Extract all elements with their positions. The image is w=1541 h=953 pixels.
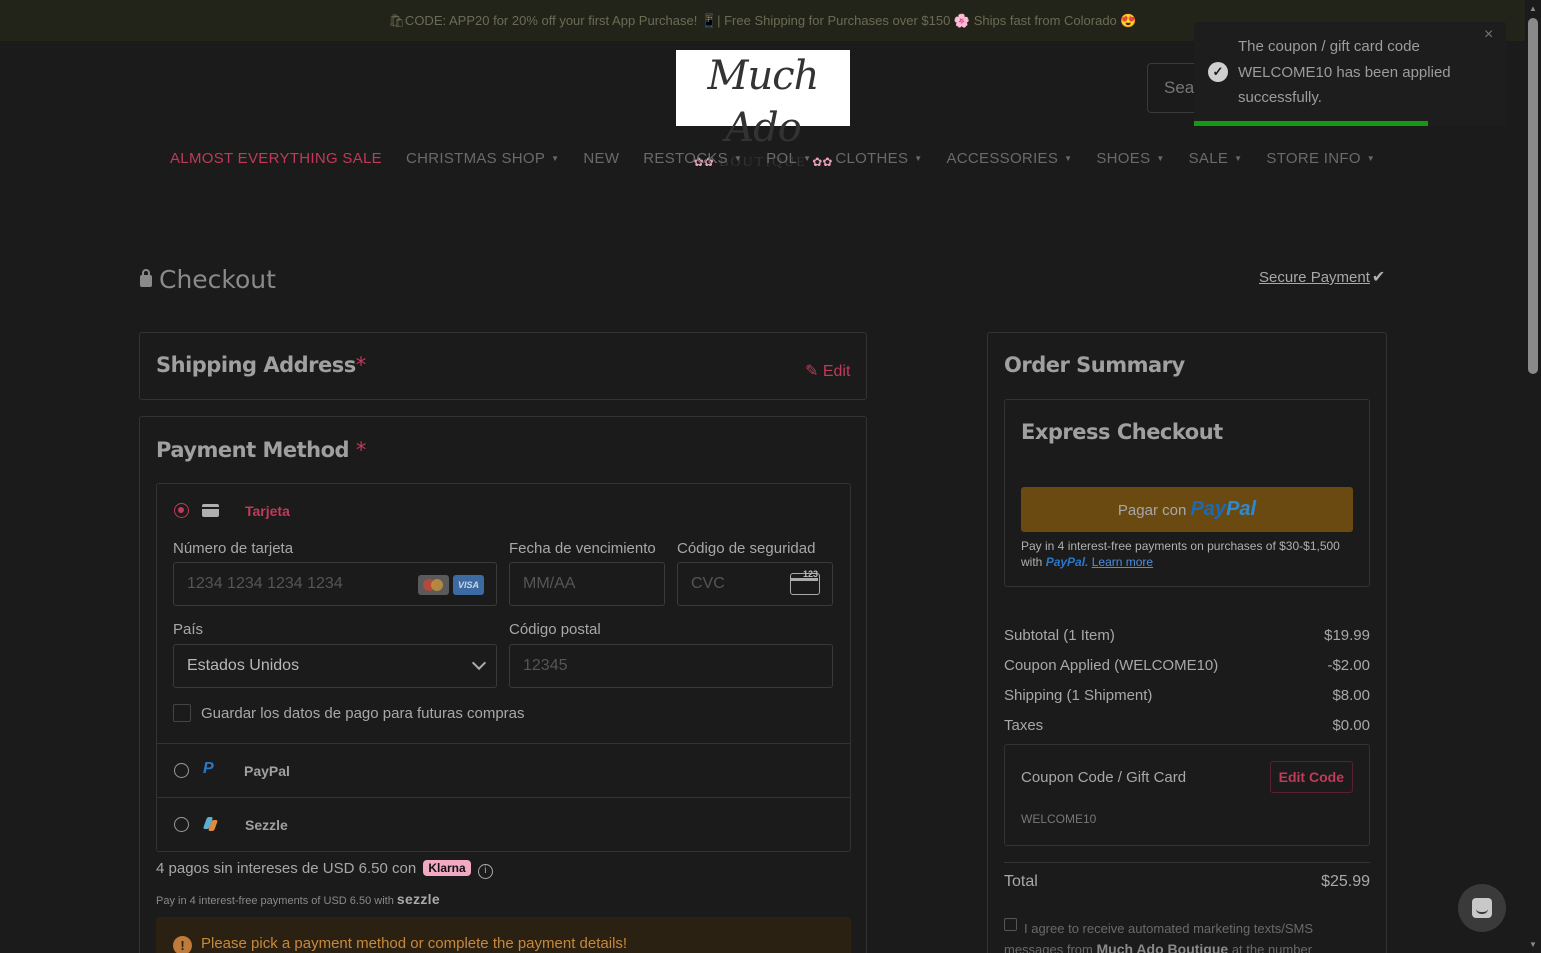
section-title: Order Summary: [1004, 353, 1185, 377]
divider: [157, 743, 850, 744]
chevron-down-icon: ▼: [803, 154, 812, 164]
chat-icon[interactable]: [1458, 884, 1506, 932]
radio-paypal[interactable]: [174, 763, 189, 778]
card-number-label: Número de tarjeta: [173, 540, 294, 557]
nav-item-store-info[interactable]: STORE INFO ▼: [1266, 148, 1375, 170]
coupon-toast: ✓ The coupon / gift card code WELCOME10 …: [1194, 22, 1506, 126]
nav-item-christmas-shop[interactable]: CHRISTMAS SHOP ▼: [406, 148, 559, 170]
sezzle-icon: [203, 817, 217, 831]
summary-row-coupon: Coupon Applied (WELCOME10) -$2.00: [1004, 657, 1370, 674]
option-label-sezzle[interactable]: Sezzle: [245, 817, 288, 833]
klarna-message: 4 pagos sin intereses de USD 6.50 con Kl…: [156, 860, 493, 879]
country-label: País: [173, 621, 204, 638]
chevron-down-icon: [471, 655, 487, 671]
postal-label: Código postal: [509, 621, 601, 638]
payment-options: Tarjeta Número de tarjeta 1234 1234 1234…: [156, 483, 851, 852]
edit-code-button[interactable]: Edit Code: [1269, 761, 1353, 793]
paypal-logo-small: PayPal.: [1045, 555, 1089, 569]
scrollbar-thumb[interactable]: [1528, 18, 1538, 374]
toast-progress-bar: [1194, 121, 1428, 126]
save-payment-checkbox[interactable]: [173, 704, 191, 722]
chevron-down-icon: ▼: [914, 154, 923, 164]
chevron-down-icon: ▼: [1156, 154, 1165, 164]
nav-item-restocks[interactable]: RESTOCKS ▼: [643, 148, 742, 170]
nav-item-sale[interactable]: SALE ▼: [1189, 148, 1243, 170]
paypal-logo: PayPal: [1190, 498, 1257, 520]
cvc-label: Código de seguridad: [677, 540, 816, 557]
coupon-box: Coupon Code / Gift Card Edit Code WELCOM…: [1004, 744, 1370, 846]
section-title: Shipping Address*: [156, 353, 366, 377]
cvc-card-icon: 123: [790, 569, 820, 595]
shipping-address-panel: Shipping Address* ✎ Edit: [139, 332, 867, 400]
paypal-pay4-message: Pay in 4 interest-free payments on purch…: [1021, 539, 1340, 569]
marketing-consent-text: I agree to receive automated marketing t…: [1004, 921, 1314, 953]
chevron-down-icon: ▼: [733, 154, 743, 164]
warning-icon: !: [173, 936, 192, 953]
sezzle-message: Pay in 4 interest-free payments of USD 6…: [156, 891, 440, 907]
nav-item-new[interactable]: NEW: [583, 148, 619, 170]
nav-item-shoes[interactable]: SHOES ▼: [1096, 148, 1164, 170]
summary-row-shipping: Shipping (1 Shipment) $8.00: [1004, 687, 1370, 704]
main-nav: ALMOST EVERYTHING SALE CHRISTMAS SHOP ▼ N…: [170, 148, 1399, 170]
scroll-up-arrow-icon[interactable]: ▲: [1529, 4, 1537, 13]
nav-item-pol[interactable]: POL ▼: [766, 148, 811, 170]
learn-more-link[interactable]: Learn more: [1092, 555, 1153, 569]
required-marker: *: [355, 438, 367, 462]
klarna-badge: Klarna: [423, 860, 471, 876]
nav-item-almost-everything-sale[interactable]: ALMOST EVERYTHING SALE: [170, 148, 382, 170]
credit-card-icon: [202, 504, 219, 517]
chevron-down-icon: ▼: [551, 154, 560, 164]
chevron-down-icon: ▼: [1064, 154, 1073, 164]
radio-tarjeta[interactable]: [174, 503, 189, 518]
section-title: Payment Method *: [156, 438, 366, 462]
order-summary-panel: Order Summary Express Checkout Pagar con…: [987, 332, 1387, 953]
alert-text: Please pick a payment method or complete…: [201, 935, 628, 952]
applied-coupon-code: WELCOME10: [1021, 812, 1097, 826]
summary-row-total: Total $25.99: [1004, 873, 1370, 890]
mastercard-icon: [418, 575, 449, 595]
nav-item-clothes[interactable]: CLOTHES ▼: [835, 148, 922, 170]
summary-row-taxes: Taxes $0.00: [1004, 717, 1370, 734]
payment-method-panel: Payment Method * Tarjeta Número de tarje…: [139, 416, 867, 953]
logo-script: Much Ado: [707, 53, 820, 151]
nav-item-accessories[interactable]: ACCESSORIES ▼: [946, 148, 1072, 170]
summary-row-subtotal: Subtotal (1 Item) $19.99: [1004, 627, 1370, 644]
info-icon[interactable]: i: [477, 864, 493, 879]
scroll-down-arrow-icon[interactable]: ▼: [1529, 940, 1537, 949]
express-checkout-box: Express Checkout Pagar con PayPal Pay in…: [1004, 399, 1370, 587]
divider: [157, 797, 850, 798]
pencil-icon: ✎: [805, 363, 819, 380]
chevron-down-icon: ▼: [1234, 154, 1243, 164]
card-number-input[interactable]: 1234 1234 1234 1234 VISA: [173, 562, 497, 606]
divider: [1004, 862, 1370, 863]
edit-shipping-button[interactable]: ✎ Edit: [805, 361, 850, 381]
paypal-button[interactable]: Pagar con PayPal: [1021, 487, 1353, 532]
save-payment-label[interactable]: Guardar los datos de pago para futuras c…: [201, 705, 525, 722]
paypal-icon: P: [203, 760, 214, 777]
country-select[interactable]: Estados Unidos: [173, 644, 497, 688]
cvc-input[interactable]: CVC 123: [677, 562, 833, 606]
visa-icon: VISA: [453, 575, 484, 595]
radio-sezzle[interactable]: [174, 817, 189, 832]
page-title: Checkout: [140, 265, 276, 294]
coupon-label: Coupon Code / Gift Card: [1021, 769, 1187, 786]
store-logo[interactable]: Much Ado ✿✿ BOUTIQUE ✿✿: [676, 50, 850, 170]
expiry-input[interactable]: MM/AA: [509, 562, 665, 606]
check-circle-icon: ✓: [1208, 62, 1228, 82]
toast-message: The coupon / gift card code WELCOME10 ha…: [1238, 38, 1451, 106]
close-icon[interactable]: ×: [1484, 26, 1493, 44]
option-label-tarjeta[interactable]: Tarjeta: [245, 503, 290, 519]
payment-alert: ! Please pick a payment method or comple…: [156, 917, 851, 953]
required-marker: *: [355, 353, 367, 377]
chevron-down-icon: ▼: [1366, 154, 1376, 164]
check-icon: ✔: [1371, 269, 1386, 286]
secure-payment-link[interactable]: Secure Payment ✔: [1259, 267, 1385, 287]
sezzle-logo: sezzle: [396, 891, 440, 907]
postal-input[interactable]: 12345: [509, 644, 833, 688]
express-title: Express Checkout: [1021, 420, 1223, 444]
scrollbar[interactable]: ▲ ▼: [1525, 0, 1541, 953]
expiry-label: Fecha de vencimiento: [509, 540, 656, 557]
lock-icon: [140, 269, 152, 287]
option-label-paypal[interactable]: PayPal: [244, 763, 290, 779]
